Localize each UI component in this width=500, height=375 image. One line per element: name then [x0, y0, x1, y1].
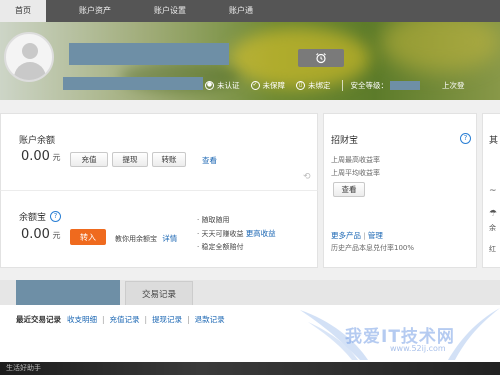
binding-status[interactable]: ▯ 未绑定: [296, 80, 331, 91]
last-login-label: 上次登: [442, 80, 465, 90]
yuebao-unit: 元: [52, 231, 61, 240]
top-navigation: 首页 账户资产 账户设置 账户通: [0, 0, 500, 22]
right-panel-text: 余: [489, 224, 496, 232]
rate-label: 上周平均收益率: [331, 169, 380, 177]
feature-list: · 随取随用 · 天天可赚收益 更高收益 · 稳定全额赔付: [197, 214, 276, 254]
recent-transactions-tab[interactable]: 最近交易记录: [16, 314, 61, 325]
link-separator: |: [144, 314, 148, 324]
right-panel-title: 其: [489, 136, 499, 146]
security-level-label: 安全等级：: [350, 80, 389, 90]
yuebao-panel: 余额宝 ? 0.00 元 转入 教你用余额宝 详情 · 随取随用 · 天天可赚收…: [0, 190, 318, 268]
alarm-clock-icon: [316, 53, 326, 64]
verification-status[interactable]: ● 未认证: [205, 80, 240, 91]
protection-status-label: 未保障: [262, 80, 286, 90]
zhaocaibao-panel: 招财宝 ? 上周最高收益率 上周平均收益率 查看 更多产品 | 管理 历史产品本…: [323, 113, 477, 268]
balance-title: 账户余额: [19, 136, 56, 146]
feature-text: 随取随用: [201, 216, 230, 224]
banner-decoration: [380, 22, 500, 72]
higher-earnings-link[interactable]: 更高收益: [246, 229, 276, 238]
wave-icon: ~: [489, 186, 497, 196]
redacted-account: [63, 77, 203, 90]
tutorial-text-row: 教你用余额宝 详情: [115, 233, 177, 244]
yuebao-title-row: 余额宝 ?: [19, 210, 62, 223]
recharge-button[interactable]: 充值: [70, 152, 108, 167]
right-panel-text: 红: [489, 245, 496, 253]
feature-text: 稳定全额赔付: [201, 243, 244, 251]
recharge-records-link[interactable]: 充值记录: [110, 314, 140, 325]
feature-item: · 天天可赚收益 更高收益: [197, 229, 276, 238]
account-status-row: ● 未认证 ✓ 未保障 ▯ 未绑定 安全等级： 上次登: [205, 78, 465, 92]
feature-text: 天天可赚收益: [201, 230, 244, 238]
divider: [341, 79, 343, 91]
help-icon[interactable]: ?: [50, 211, 62, 222]
balance-amount: 0.00: [21, 149, 50, 164]
shield-icon: ✓: [250, 80, 260, 90]
yuebao-amount-row: 0.00 元: [21, 227, 61, 242]
avatar-head-shape: [22, 43, 38, 59]
help-icon[interactable]: ?: [460, 133, 471, 144]
transfer-button[interactable]: 转账: [152, 152, 186, 167]
product-links: 更多产品 | 管理: [331, 230, 383, 241]
detail-link[interactable]: 详情: [162, 234, 177, 243]
nav-home[interactable]: 首页: [0, 0, 46, 22]
nav-account-settings[interactable]: 账户设置: [139, 0, 201, 22]
account-balance-panel: 账户余额 0.00 元 充值 提现 转账 查看 ⟲: [0, 113, 318, 190]
income-expense-link[interactable]: 收支明细: [67, 314, 97, 325]
phone-icon: ▯: [296, 80, 305, 90]
link-separator: |: [102, 314, 105, 324]
avatar[interactable]: [4, 32, 54, 82]
nav-account-pass[interactable]: 账户通: [214, 0, 268, 22]
tutorial-text: 教你用余额宝: [115, 235, 157, 243]
view-link[interactable]: 查看: [202, 155, 217, 166]
feature-item: · 随取随用: [197, 216, 230, 224]
user-icon: ●: [205, 80, 214, 90]
history-payout-text: 历史产品本息兑付率100%: [331, 244, 415, 252]
yuebao-title: 余额宝: [19, 213, 47, 223]
link-separator: |: [363, 232, 366, 240]
right-panel-partial: 其 ~ ☂ 余 红: [482, 113, 500, 268]
rate-label: 上周最高收益率: [331, 156, 380, 164]
more-products-link[interactable]: 更多产品: [331, 231, 361, 240]
yuebao-amount: 0.00: [21, 227, 50, 242]
watermark-url: www.52ij.com: [390, 344, 446, 353]
change-background-button[interactable]: [298, 49, 344, 67]
withdraw-records-link[interactable]: 提现记录: [152, 314, 182, 325]
nav-account-assets[interactable]: 账户资产: [64, 0, 126, 22]
refund-records-link[interactable]: 退款记录: [195, 314, 225, 325]
umbrella-icon: ☂: [489, 209, 498, 219]
refresh-icon[interactable]: ⟲: [303, 172, 311, 182]
profile-banner: ● 未认证 ✓ 未保障 ▯ 未绑定 安全等级： 上次登: [0, 22, 500, 100]
avatar-body-shape: [14, 62, 46, 80]
zhaocaibao-view-button[interactable]: 查看: [333, 182, 365, 197]
link-separator: |: [187, 314, 190, 324]
redacted-tab[interactable]: [16, 280, 120, 305]
redacted-username: [69, 43, 229, 65]
bottom-bar-text: 生活好助手: [6, 364, 41, 372]
redacted-security-level: [390, 80, 420, 90]
tab-transaction-records[interactable]: 交易记录: [125, 281, 193, 305]
binding-status-label: 未绑定: [308, 80, 331, 90]
protection-status[interactable]: ✓ 未保障: [250, 80, 286, 91]
transfer-in-button[interactable]: 转入: [70, 229, 106, 245]
bottom-bar: 生活好助手: [0, 362, 500, 375]
rate-list: 上周最高收益率 上周平均收益率: [331, 154, 380, 180]
balance-amount-row: 0.00 元: [21, 149, 61, 164]
withdraw-button[interactable]: 提现: [112, 152, 148, 167]
verification-status-label: 未认证: [217, 80, 240, 90]
balance-unit: 元: [52, 153, 61, 162]
manage-link[interactable]: 管理: [368, 231, 383, 240]
feature-item: · 稳定全额赔付: [197, 243, 244, 251]
zhaocaibao-title: 招财宝: [331, 136, 359, 146]
